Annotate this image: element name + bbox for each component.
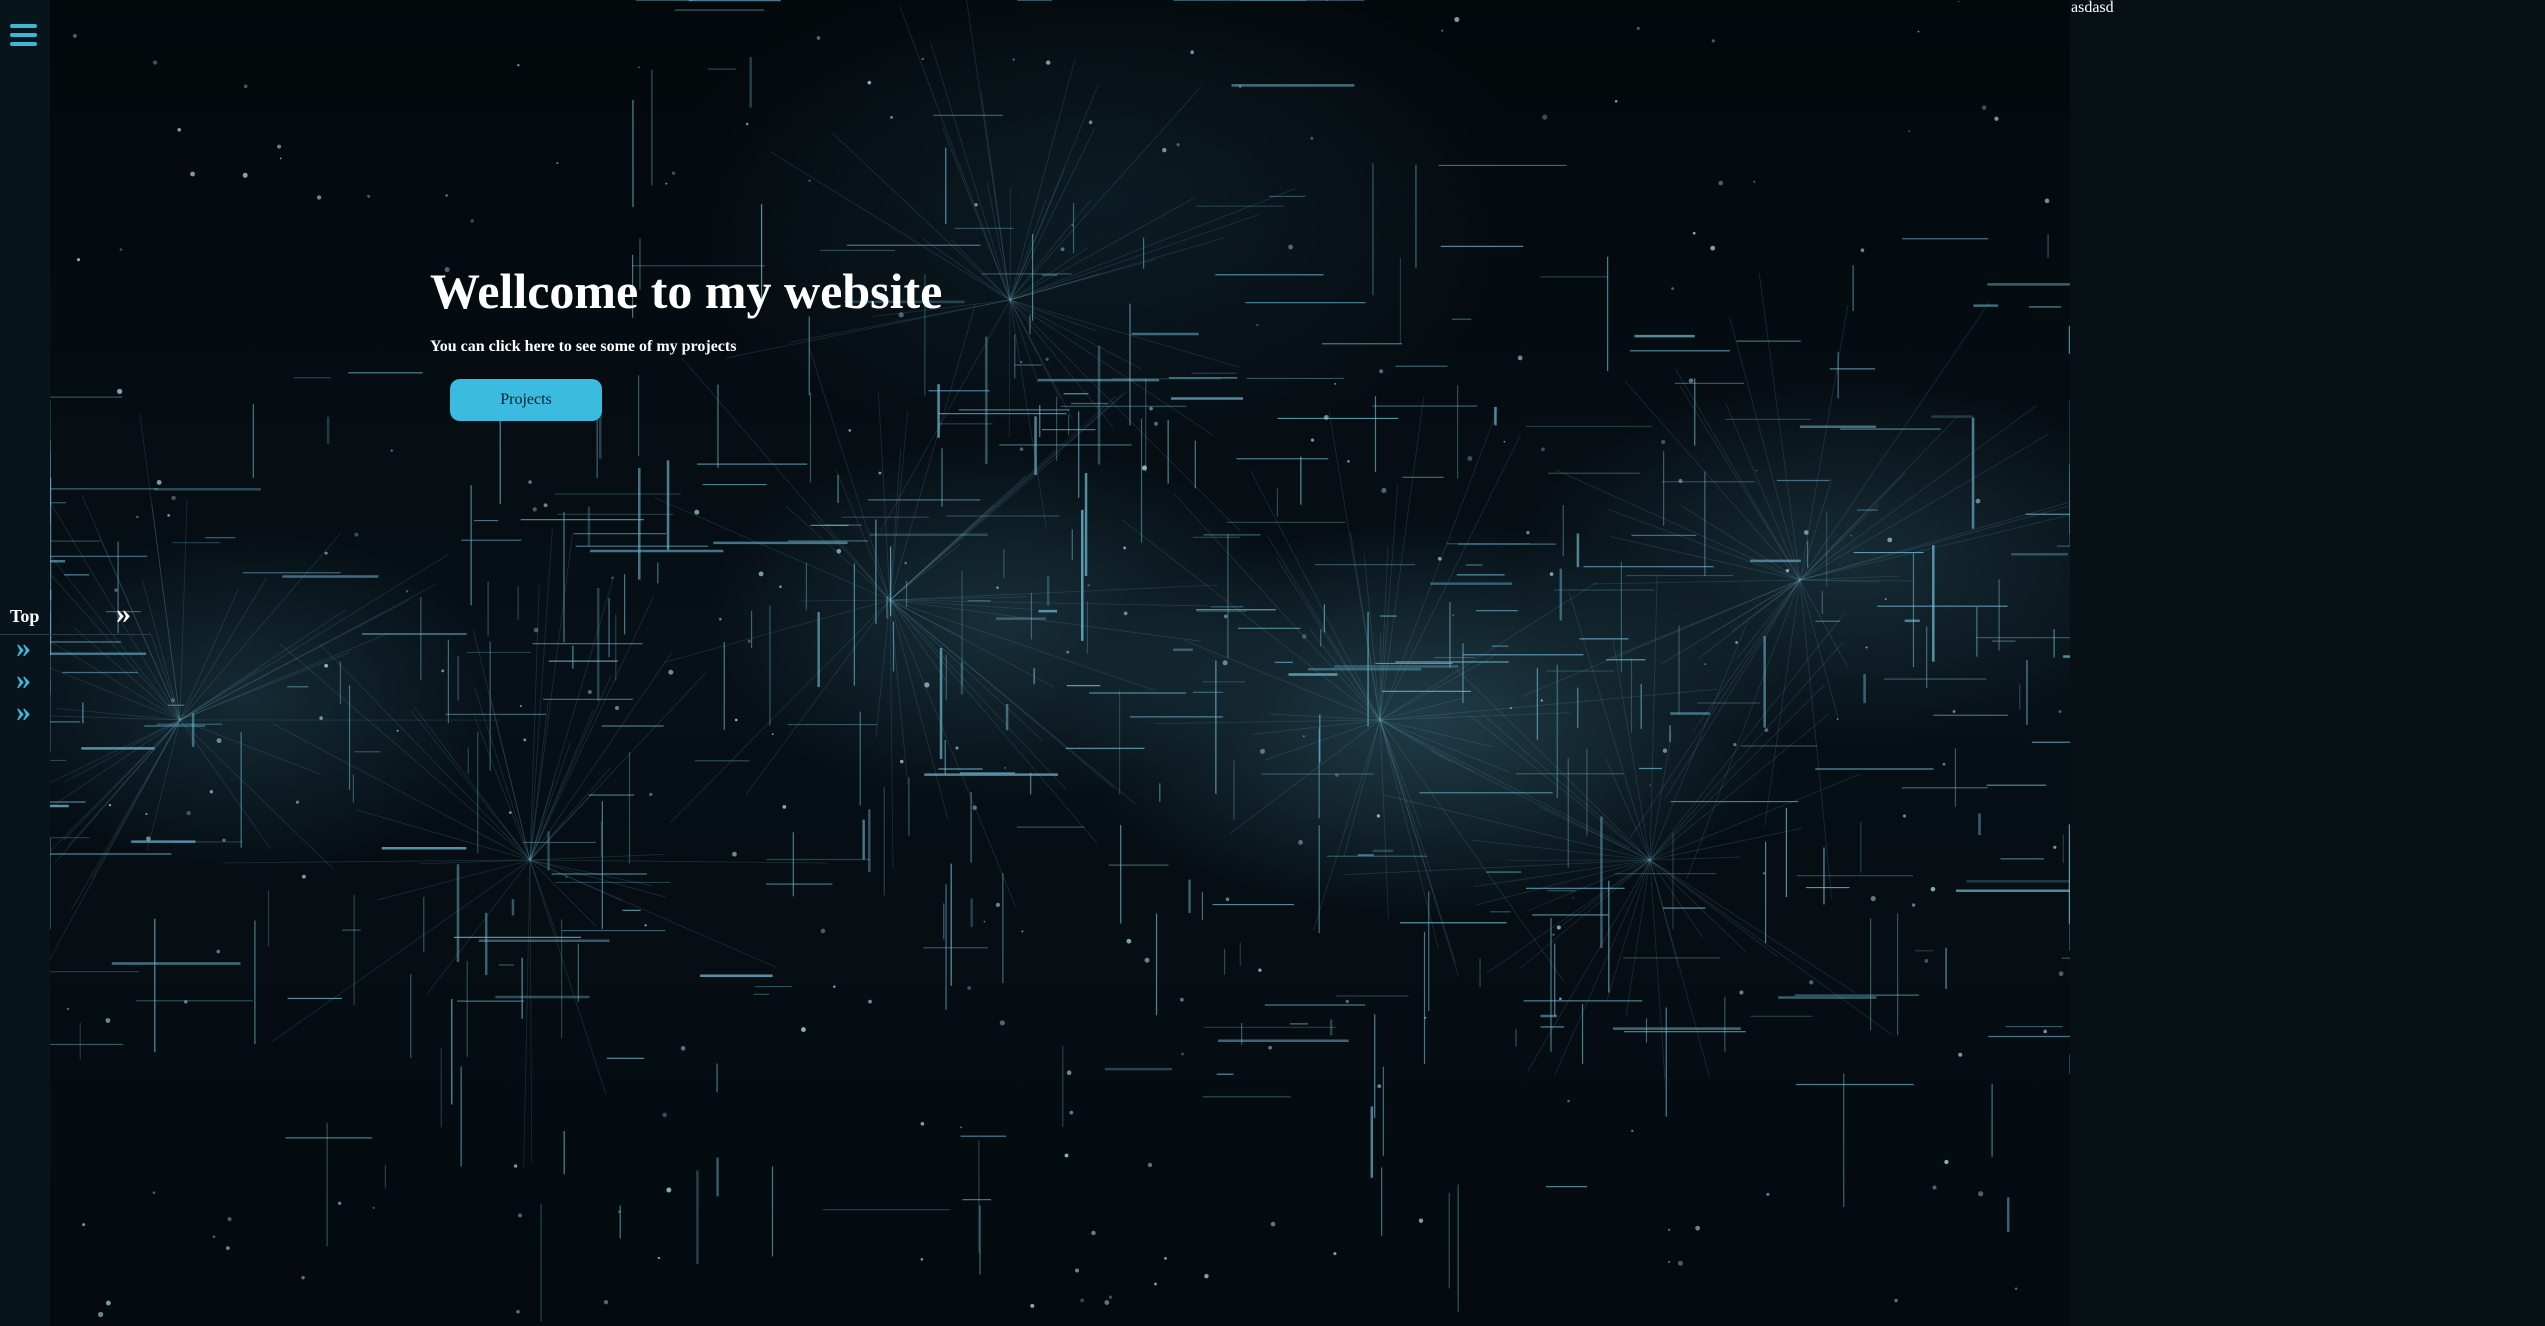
sidebar-link-3-chevron-icon[interactable]: » [16,697,40,727]
projects-button[interactable]: Projects [450,379,602,421]
right-panel-text: asdasd [2071,0,2114,16]
menu-bar [10,33,37,37]
sidebar-item-top[interactable]: Top » [0,598,150,635]
hero-section [50,0,2070,1326]
menu-bar [10,24,37,28]
hero-subtitle: You can click here to see some of my pro… [430,338,737,355]
sidebar-link-1-chevron-icon[interactable]: » [16,633,40,663]
sidebar-link-2-chevron-icon[interactable]: » [16,665,40,695]
chevron-right-icon: » [116,597,131,630]
sidebar-item-top-label: Top [10,606,40,626]
network-background-graphic [50,0,2070,1322]
hamburger-menu-icon[interactable] [10,24,37,46]
page-title: Wellcome to my website [430,263,943,319]
menu-bar [10,42,37,46]
